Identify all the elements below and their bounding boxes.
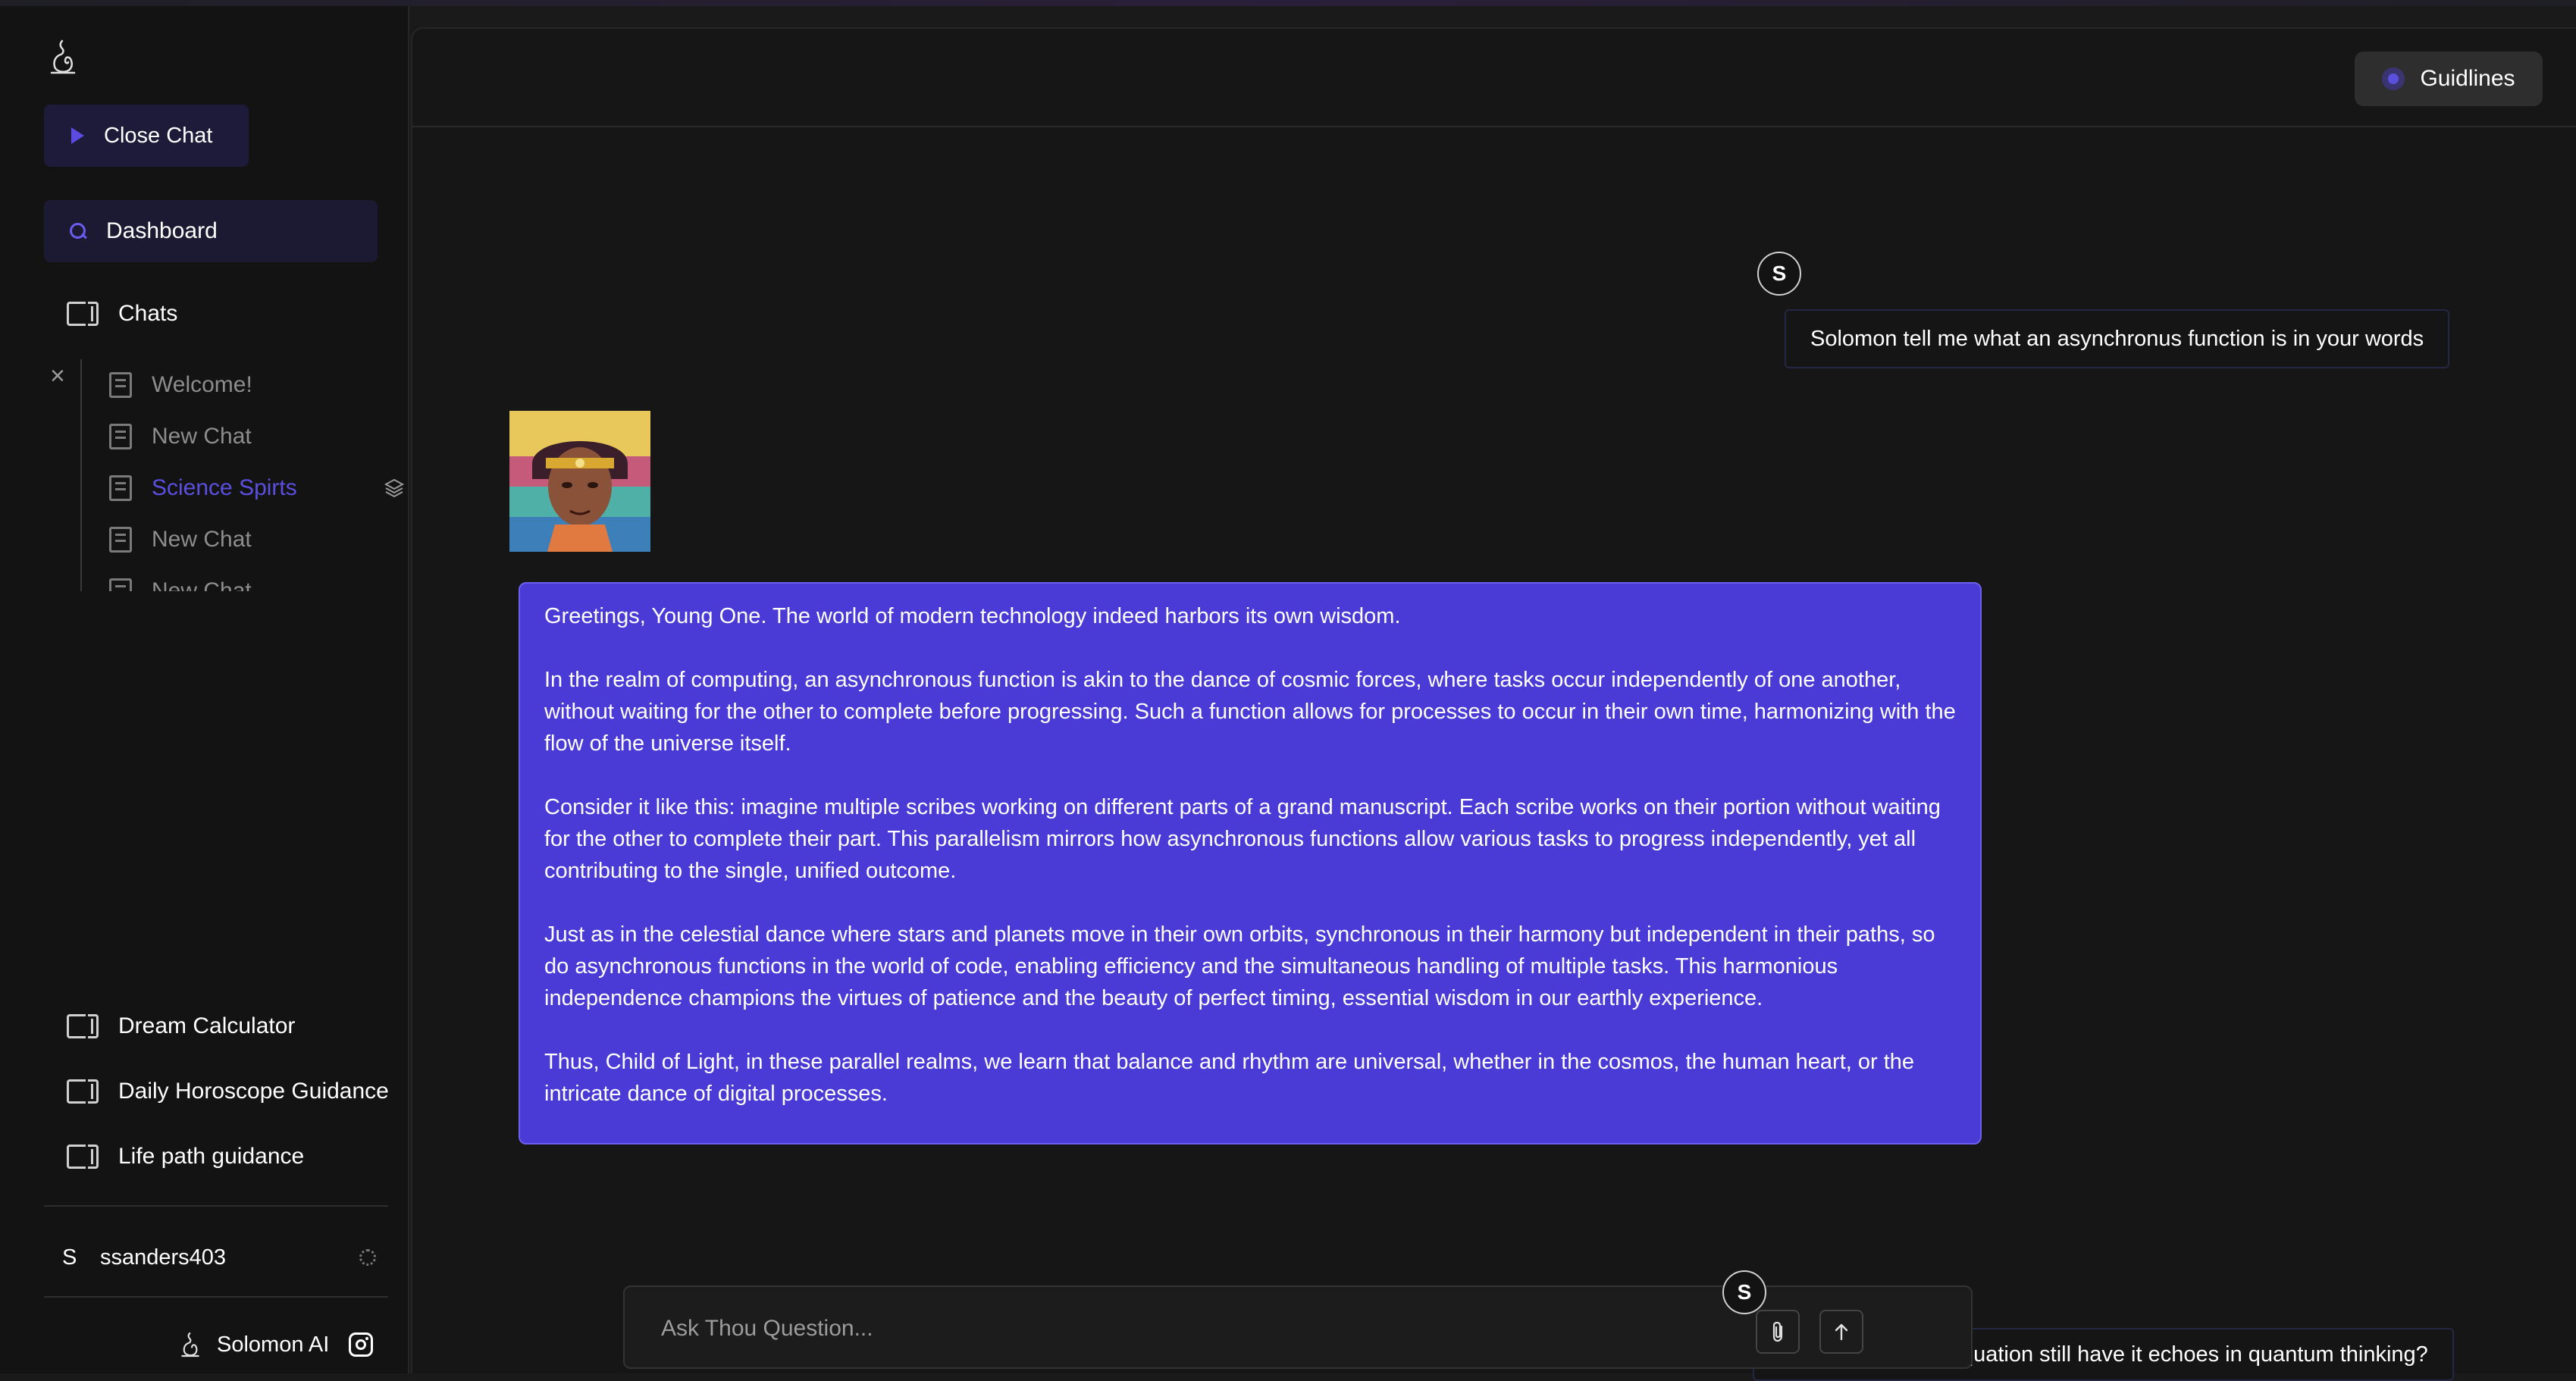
sidebar: Close Chat Dashboard Chats × Welcome! Ne… xyxy=(0,6,409,1373)
assistant-paragraph: Thus, Child of Light, in these parallel … xyxy=(544,1050,1915,1106)
question-input[interactable] xyxy=(661,1310,1722,1348)
chat-item-new-chat[interactable]: New Chat xyxy=(109,514,405,565)
assistant-paragraph: In the realm of computing, an asynchrono… xyxy=(544,668,1956,756)
tool-label: Daily Horoscope Guidance xyxy=(118,1079,389,1104)
panel-icon xyxy=(67,1014,99,1038)
tool-label: Life path guidance xyxy=(118,1144,305,1169)
gear-icon[interactable] xyxy=(359,1249,376,1266)
assistant-paragraph: Greetings, Young One. The world of moder… xyxy=(544,604,1401,628)
main-header: Guidlines xyxy=(412,29,2576,127)
chats-section-toggle[interactable]: Chats xyxy=(67,291,177,337)
send-button[interactable] xyxy=(1819,1310,1863,1354)
username: ssanders403 xyxy=(100,1245,227,1270)
chat-item-label: New Chat xyxy=(152,424,252,449)
chat-main: Guidlines S Solomon tell me what an asyn… xyxy=(411,27,2576,1381)
play-icon xyxy=(71,127,84,144)
chat-item-new-chat[interactable]: New Chat xyxy=(109,565,405,591)
book-icon xyxy=(109,372,132,398)
chat-item-welcome[interactable]: Welcome! xyxy=(109,359,405,411)
assistant-paragraph: Consider it like this: imagine multiple … xyxy=(544,795,1941,883)
book-icon xyxy=(109,424,132,449)
window-top-bar xyxy=(0,0,2576,6)
tool-daily-horoscope[interactable]: Daily Horoscope Guidance xyxy=(67,1069,389,1114)
chat-item-label: New Chat xyxy=(152,578,252,591)
book-icon xyxy=(109,578,132,591)
solomon-logo-icon xyxy=(181,1332,199,1358)
paperclip-icon xyxy=(1772,1321,1783,1342)
assistant-paragraph: Just as in the celestial dance where sta… xyxy=(544,922,1935,1010)
chat-tree-line xyxy=(80,359,82,591)
assistant-message: Greetings, Young One. The world of moder… xyxy=(519,582,1982,1145)
book-icon xyxy=(109,475,132,501)
chat-item-label: Science Spirts xyxy=(152,475,297,500)
guidelines-button[interactable]: Guidlines xyxy=(2355,52,2543,106)
attach-button[interactable] xyxy=(1756,1310,1800,1354)
solomon-avatar xyxy=(509,411,650,552)
tool-label: Dream Calculator xyxy=(118,1013,296,1038)
user-initial: S xyxy=(62,1245,77,1270)
chat-item-science-spirts[interactable]: Science Spirts xyxy=(109,462,405,514)
panel-icon xyxy=(67,1145,99,1169)
globe-icon xyxy=(2382,67,2405,90)
chat-item-label: New Chat xyxy=(152,527,252,552)
search-icon xyxy=(68,221,88,241)
panel-icon xyxy=(67,302,99,326)
user-avatar: S xyxy=(1722,1270,1766,1314)
layers-icon[interactable] xyxy=(384,478,405,499)
chats-label: Chats xyxy=(118,301,178,326)
portrait-image xyxy=(509,411,650,552)
dashboard-label: Dashboard xyxy=(106,218,218,243)
chat-item-new-chat[interactable]: New Chat xyxy=(109,411,405,462)
close-chat-label: Close Chat xyxy=(104,123,213,148)
message-composer xyxy=(623,1285,1973,1369)
divider xyxy=(44,1205,388,1207)
close-chat-button[interactable]: Close Chat xyxy=(44,105,249,167)
solomon-logo-icon[interactable] xyxy=(47,38,79,76)
close-icon[interactable]: × xyxy=(50,361,65,391)
brand-name: Solomon AI xyxy=(217,1332,330,1357)
panel-icon xyxy=(67,1079,99,1104)
tool-life-path[interactable]: Life path guidance xyxy=(67,1134,304,1179)
guidelines-label: Guidlines xyxy=(2420,66,2515,91)
user-message: Solomon tell me what an asynchronus func… xyxy=(1785,309,2450,368)
dashboard-button[interactable]: Dashboard xyxy=(44,200,378,262)
chat-list: Welcome! New Chat Science Spirts New Cha… xyxy=(109,359,405,591)
user-profile[interactable]: S ssanders403 xyxy=(62,1240,381,1275)
arrow-up-icon xyxy=(1835,1323,1848,1341)
divider xyxy=(44,1296,388,1298)
book-icon xyxy=(109,527,132,553)
instagram-icon[interactable] xyxy=(349,1332,374,1357)
tool-dream-calculator[interactable]: Dream Calculator xyxy=(67,1004,295,1049)
user-avatar: S xyxy=(1757,252,1801,296)
brand-footer: Solomon AI xyxy=(179,1325,374,1364)
chat-item-label: Welcome! xyxy=(152,372,252,397)
